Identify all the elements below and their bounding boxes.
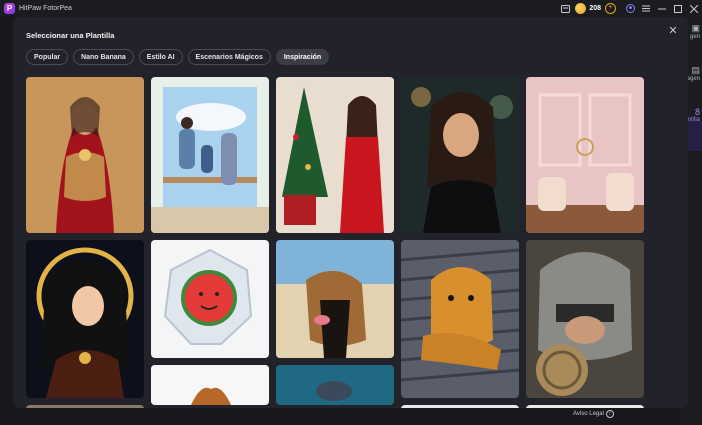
minimize-icon[interactable] xyxy=(654,0,670,17)
add-credits-icon[interactable]: + xyxy=(605,3,616,14)
template-thumbnail-golden-retriever[interactable] xyxy=(401,240,519,398)
inbox-icon[interactable] xyxy=(557,0,573,17)
maximize-icon[interactable] xyxy=(670,0,686,17)
template-thumbnail-fox-cartoon[interactable] xyxy=(151,365,269,405)
template-thumbnail-knight[interactable] xyxy=(526,240,644,398)
tab-nano-banana[interactable]: Nano Banana xyxy=(73,49,134,65)
coin-icon xyxy=(575,3,587,14)
window-close-icon[interactable] xyxy=(686,0,702,17)
credits-display[interactable]: 208 + xyxy=(575,3,618,14)
app-title: HitPaw FotorPea xyxy=(19,5,72,12)
template-thumbnail-partial[interactable] xyxy=(26,405,144,408)
tab-escenarios-magicos[interactable]: Escenarios Mágicos xyxy=(187,49,271,65)
tab-popular[interactable]: Popular xyxy=(26,49,69,65)
template-modal: Seleccionar una Plantilla ✕ Popular Nano… xyxy=(13,17,688,408)
template-thumbnail-illustrated-woman[interactable] xyxy=(26,240,144,398)
template-thumbnail-dog-beach[interactable] xyxy=(276,240,394,358)
menu-icon[interactable] xyxy=(638,0,654,17)
template-grid xyxy=(26,77,646,408)
tab-inspiracion[interactable]: Inspiración xyxy=(275,49,330,65)
template-thumbnail-bride[interactable] xyxy=(26,77,144,233)
credits-count: 208 xyxy=(589,5,601,12)
template-thumbnail-christmas-red-dress[interactable] xyxy=(276,77,394,233)
app-logo-icon: P xyxy=(4,3,15,14)
template-thumbnail-pink-room[interactable] xyxy=(526,77,644,233)
modal-title: Seleccionar una Plantilla xyxy=(26,31,115,40)
title-bar: P HitPaw FotorPea 208 + xyxy=(0,0,702,17)
template-thumbnail-family-window[interactable] xyxy=(151,77,269,233)
account-icon[interactable] xyxy=(622,0,638,17)
legal-notice-link[interactable]: Aviso Legal i xyxy=(573,410,614,418)
template-thumbnail-partial[interactable] xyxy=(401,405,519,408)
template-thumbnail-underwater[interactable] xyxy=(276,365,394,405)
category-tabs: Popular Nano Banana Estilo AI Escenarios… xyxy=(26,49,330,65)
close-icon[interactable]: ✕ xyxy=(666,24,680,38)
template-thumbnail-watermelon-crystal[interactable] xyxy=(151,240,269,358)
info-icon: i xyxy=(605,410,614,418)
template-thumbnail-night-portrait[interactable] xyxy=(401,77,519,233)
tab-estilo-ai[interactable]: Estilo AI xyxy=(138,49,183,65)
template-thumbnail-partial[interactable] xyxy=(526,405,644,408)
